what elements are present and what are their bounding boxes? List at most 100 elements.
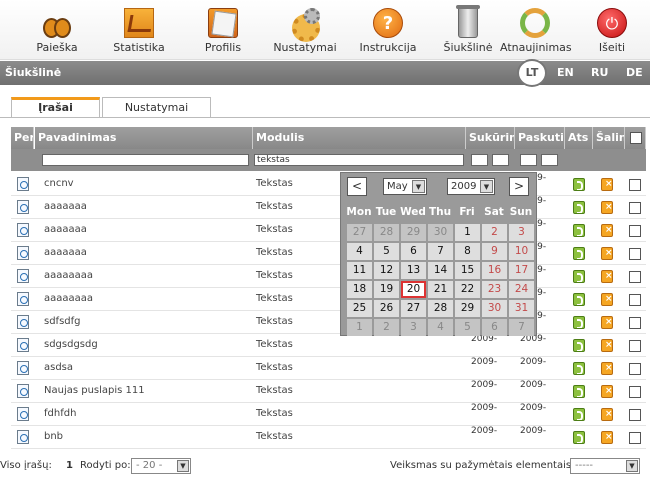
calendar-day[interactable]: 26 [374,300,399,317]
last-from-filter[interactable] [520,154,537,166]
column-header-last[interactable]: Paskutinis [515,127,565,149]
row-checkbox[interactable] [629,294,641,306]
toolbar-button-7[interactable]: Atnaujinimas [500,4,572,56]
row-checkbox[interactable] [629,202,641,214]
row-checkbox[interactable] [629,432,641,444]
select-all-checkbox[interactable] [630,132,642,144]
calendar-day[interactable]: 31 [509,300,534,317]
calendar-day[interactable]: 27 [347,224,372,241]
calendar-day[interactable]: 28 [428,300,453,317]
calendar-day[interactable]: 2 [374,319,399,336]
preview-icon[interactable] [17,177,29,191]
preview-icon[interactable] [17,338,29,352]
calendar-day[interactable]: 30 [482,300,507,317]
lang-en[interactable]: EN [557,66,574,79]
row-checkbox[interactable] [629,225,641,237]
delete-icon[interactable]: × [601,247,613,260]
name-filter-input[interactable] [42,154,249,166]
calendar-day[interactable]: 30 [428,224,453,241]
calendar-day[interactable]: 18 [347,281,372,298]
restore-icon[interactable] [573,224,585,237]
row-checkbox[interactable] [629,340,641,352]
last-to-filter[interactable] [541,154,558,166]
calendar-day[interactable]: 4 [347,243,372,260]
toolbar-button-8[interactable]: Išeiti [577,4,647,56]
preview-icon[interactable] [17,200,29,214]
delete-icon[interactable]: × [601,431,613,444]
preview-icon[interactable] [17,407,29,421]
year-select[interactable]: 2009 ▼ [447,178,495,195]
lang-lt[interactable]: LT [517,59,547,87]
preview-icon[interactable] [17,430,29,444]
column-header-created[interactable]: Sukūrimo [466,127,515,149]
delete-icon[interactable]: × [601,201,613,214]
restore-icon[interactable] [573,362,585,375]
calendar-day[interactable]: 10 [509,243,534,260]
preview-icon[interactable] [17,384,29,398]
toolbar-button-5[interactable]: Instrukcija [353,4,423,56]
calendar-day[interactable]: 6 [482,319,507,336]
calendar-day[interactable]: 3 [509,224,534,241]
calendar-day[interactable]: 17 [509,262,534,279]
column-header-module[interactable]: Modulis [253,127,466,149]
delete-icon[interactable]: × [601,339,613,352]
calendar-day[interactable]: 7 [509,319,534,336]
calendar-day[interactable]: 28 [374,224,399,241]
row-checkbox[interactable] [629,409,641,421]
row-checkbox[interactable] [629,317,641,329]
restore-icon[interactable] [573,293,585,306]
lang-ru[interactable]: RU [591,66,608,79]
restore-icon[interactable] [573,339,585,352]
created-from-filter[interactable] [471,154,488,166]
calendar-day[interactable]: 4 [428,319,453,336]
calendar-day[interactable]: 21 [428,281,453,298]
restore-icon[interactable] [573,201,585,214]
tab-records[interactable]: Įrašai [11,97,100,117]
toolbar-button-1[interactable]: Paieška [22,4,92,56]
restore-icon[interactable] [573,270,585,283]
column-header-delete[interactable]: Šalinti [593,127,625,149]
prev-month-button[interactable]: < [347,177,367,196]
restore-icon[interactable] [573,247,585,260]
preview-icon[interactable] [17,269,29,283]
toolbar-button-4[interactable]: Nustatymai [270,4,340,56]
bulk-action-select[interactable]: ----- ▼ [570,458,640,474]
preview-icon[interactable] [17,361,29,375]
calendar-day[interactable]: 12 [374,262,399,279]
restore-icon[interactable] [573,385,585,398]
calendar-day[interactable]: 2 [482,224,507,241]
calendar-day[interactable]: 13 [401,262,426,279]
tab-settings[interactable]: Nustatymai [102,97,211,117]
preview-icon[interactable] [17,223,29,237]
calendar-day[interactable]: 29 [455,300,480,317]
calendar-day[interactable]: 3 [401,319,426,336]
calendar-day[interactable]: 11 [347,262,372,279]
column-header-restore[interactable]: Ats [565,127,593,149]
calendar-day[interactable]: 15 [455,262,480,279]
calendar-day[interactable]: 14 [428,262,453,279]
calendar-day[interactable]: 20 [401,281,426,298]
delete-icon[interactable]: × [601,178,613,191]
calendar-day[interactable]: 16 [482,262,507,279]
calendar-day[interactable]: 29 [401,224,426,241]
preview-icon[interactable] [17,246,29,260]
restore-icon[interactable] [573,178,585,191]
calendar-day[interactable]: 8 [455,243,480,260]
delete-icon[interactable]: × [601,316,613,329]
calendar-day[interactable]: 24 [509,281,534,298]
module-filter-input[interactable]: tekstas [254,154,464,166]
row-checkbox[interactable] [629,363,641,375]
toolbar-button-6[interactable]: Šiukšlinė [433,4,503,56]
calendar-day[interactable]: 5 [374,243,399,260]
created-to-filter[interactable] [492,154,509,166]
preview-icon[interactable] [17,315,29,329]
toolbar-button-2[interactable]: Statistika [104,4,174,56]
row-checkbox[interactable] [629,271,641,283]
row-checkbox[interactable] [629,179,641,191]
page-size-select[interactable]: - 20 - ▼ [131,458,191,474]
restore-icon[interactable] [573,408,585,421]
calendar-day[interactable]: 1 [455,224,480,241]
calendar-day[interactable]: 9 [482,243,507,260]
calendar-day[interactable]: 5 [455,319,480,336]
calendar-day[interactable]: 25 [347,300,372,317]
